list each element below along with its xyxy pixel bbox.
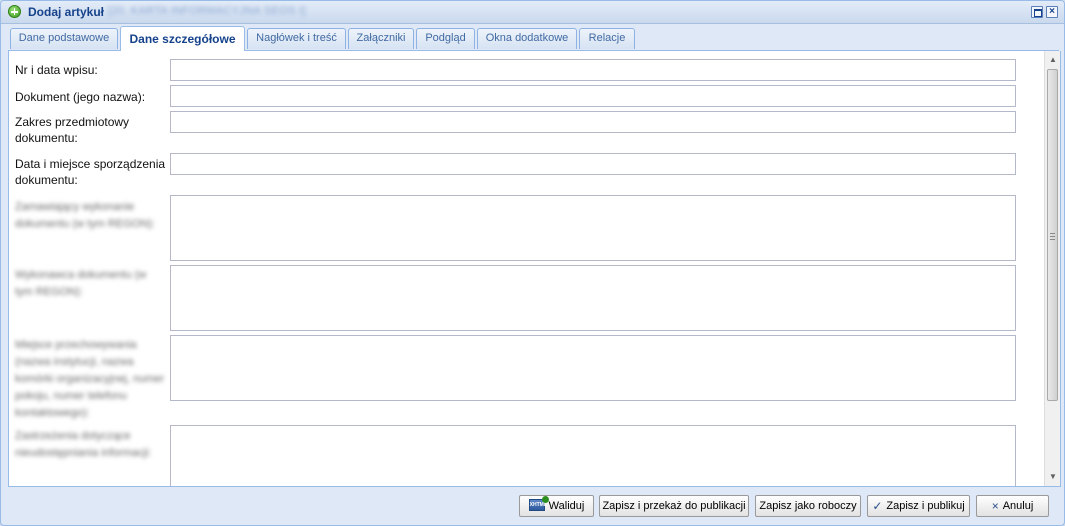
grip-icon [1050,233,1055,240]
scrollbar-thumb[interactable] [1047,69,1058,401]
field-label-zamawiajacy: Zamawiający wykonanie dokumentu (w tym R… [15,201,155,230]
tab-strip: Dane podstawowe Dane szczegółowe Nagłówe… [8,26,1059,51]
save-draft-button[interactable]: Zapisz jako roboczy [755,495,861,517]
close-icon[interactable]: × [1046,6,1058,18]
tab-relacje[interactable]: Relacje [579,28,635,49]
zakres-input[interactable] [170,111,1016,133]
check-icon: ✓ [872,499,883,514]
vertical-scrollbar[interactable]: ▲ ▼ [1044,51,1060,486]
save-and-publish-label: Zapisz i publikuj [886,500,965,512]
validate-icon: XHTML [528,496,549,512]
scroll-up-icon[interactable]: ▲ [1045,53,1060,67]
save-and-forward-label: Zapisz i przekaż do publikacji [602,500,746,512]
tab-naglowek-i-tresc[interactable]: Nagłówek i treść [247,28,346,49]
field-label-nr-i-data: Nr i data wpisu: [15,63,98,77]
window-title: Dodaj artykuł [28,5,105,19]
save-and-forward-button[interactable]: Zapisz i przekaż do publikacji [599,495,749,517]
form-panel: Nr i data wpisu: Dokument (jego nazwa): … [8,51,1061,487]
field-label-wykonawca: Wykonawca dokumentu (w tym REGON): [15,269,147,298]
tab-dane-szczegolowe[interactable]: Dane szczegółowe [120,26,245,51]
data-i-miejsce-input[interactable] [170,153,1016,175]
save-and-publish-button[interactable]: ✓ Zapisz i publikuj [867,495,970,517]
field-label-data-i-miejsce: Data i miejsce sporządzenia dokumentu: [15,157,166,187]
field-label-miejsce-przechowywania: Miejsce przechowywania (nazwa instytucji… [15,339,165,419]
scroll-down-icon[interactable]: ▼ [1045,470,1060,484]
validate-button-label: Waliduj [548,500,585,512]
add-circle-icon [8,5,21,18]
miejsce-przechowywania-textarea[interactable] [170,335,1016,401]
restore-icon[interactable] [1031,6,1043,18]
tab-podglad[interactable]: Podgląd [416,28,475,49]
zamawiajacy-textarea[interactable] [170,195,1016,261]
cancel-button[interactable]: × Anuluj [976,495,1049,517]
dialog-window: Dodaj artykuł [20. KARTA INFORMACYJNA SE… [0,0,1065,526]
tab-zalaczniki[interactable]: Załączniki [348,28,414,49]
dialog-footer: XHTML Waliduj Zapisz i przekaż do publika… [1,489,1064,525]
wykonawca-textarea[interactable] [170,265,1016,331]
window-subtitle: [20. KARTA INFORMACYJNA SEOS I] [108,5,306,17]
tab-dane-podstawowe[interactable]: Dane podstawowe [10,28,118,49]
field-label-zakres: Zakres przedmiotowy dokumentu: [15,115,130,145]
field-label-zastrzezenia: Zastrzeżenia dotyczące nieudostępniania … [15,430,152,459]
validate-button[interactable]: XHTML Waliduj [519,495,594,517]
field-label-dokument: Dokument (jego nazwa): [15,90,146,104]
dokument-input[interactable] [170,85,1016,107]
cancel-label: Anuluj [1002,500,1034,512]
zastrzezenia-textarea[interactable] [170,425,1016,486]
window-titlebar[interactable]: Dodaj artykuł [20. KARTA INFORMACYJNA SE… [1,1,1064,24]
close-icon: × [991,499,999,514]
tab-okna-dodatkowe[interactable]: Okna dodatkowe [477,28,577,49]
save-draft-label: Zapisz jako roboczy [759,500,857,512]
nr-i-data-input[interactable] [170,59,1016,81]
